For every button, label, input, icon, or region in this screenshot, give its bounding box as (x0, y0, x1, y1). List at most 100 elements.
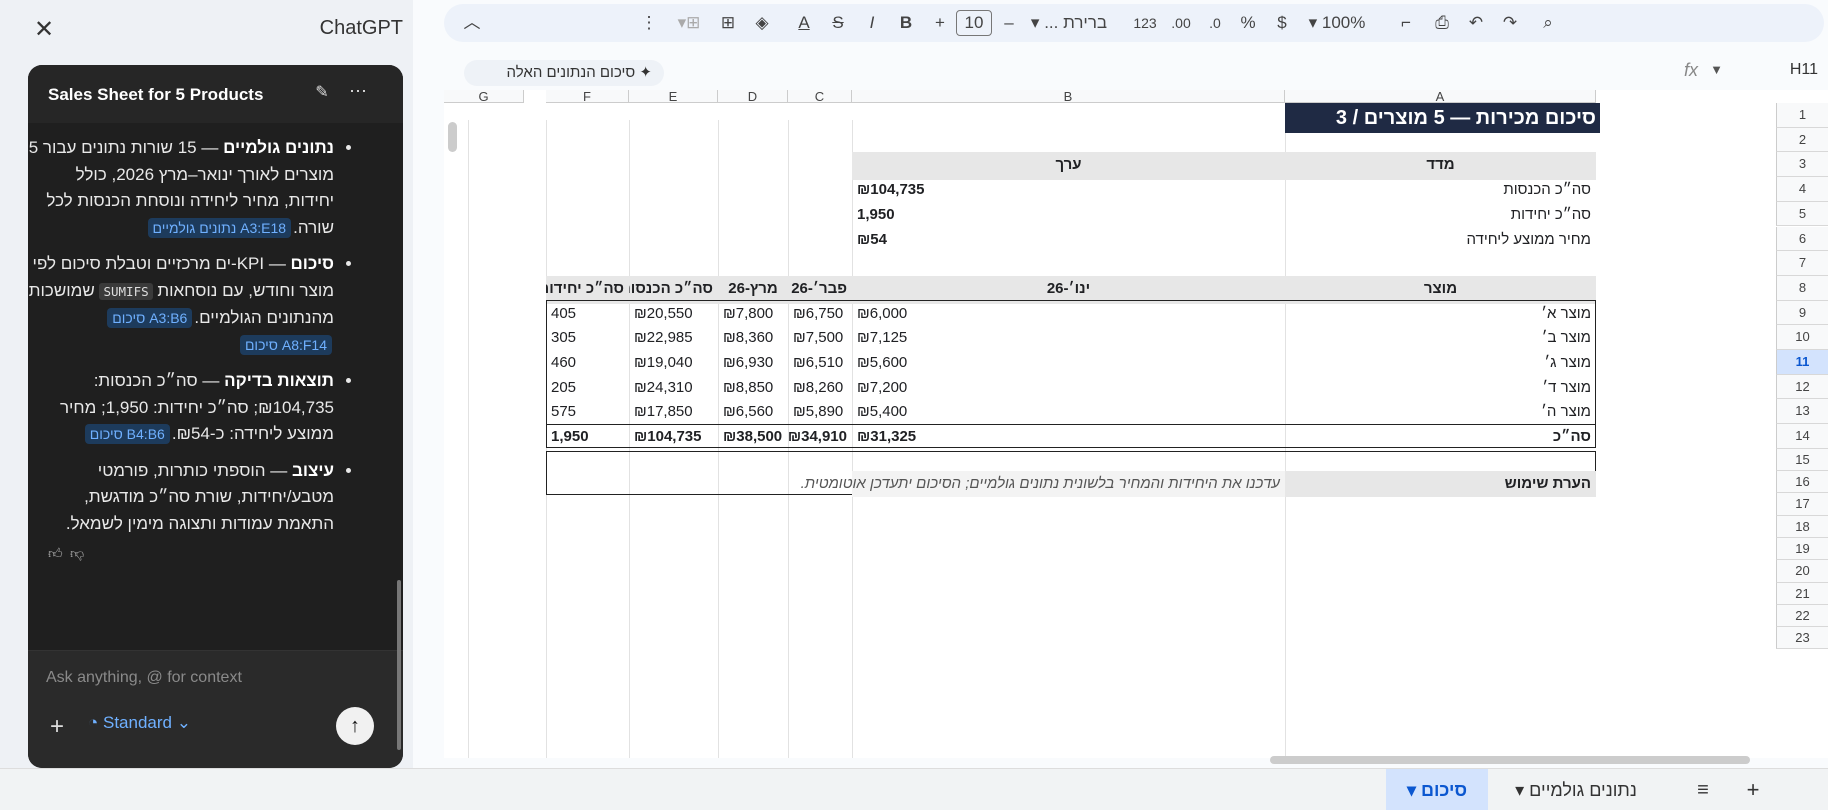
row-header[interactable]: 19 (1776, 538, 1828, 561)
thumbs-down-icon[interactable]: 👎︎ (70, 545, 92, 562)
decrease-decimal-icon[interactable]: .0 (1200, 4, 1230, 42)
row-header[interactable]: 12 (1776, 374, 1828, 400)
horizontal-scrollbar[interactable] (1270, 756, 1750, 764)
chat-topbar: ✕ ChatGPT (0, 0, 413, 60)
thumbs-up-icon[interactable]: 👍︎ (48, 545, 70, 562)
redo-icon[interactable]: ↷ (1498, 4, 1522, 42)
more-vert-icon[interactable]: ⋮ (639, 4, 659, 42)
column-header-g[interactable]: G (444, 90, 524, 103)
row-header[interactable]: 14 (1776, 424, 1828, 449)
row-header[interactable]: 18 (1776, 515, 1828, 538)
column-header-c[interactable]: C (788, 90, 852, 103)
add-sheet-icon[interactable]: + (1740, 769, 1766, 810)
row-header[interactable]: 20 (1776, 560, 1828, 583)
row-header[interactable]: 8 (1776, 275, 1828, 301)
table-header[interactable]: סה״כ הכנסות (629, 276, 718, 302)
text-color-icon[interactable]: A (792, 4, 816, 42)
kpi-value[interactable]: 1,950 (852, 202, 1285, 228)
row-header[interactable]: 13 (1776, 399, 1828, 425)
all-sheets-icon[interactable]: ≡ (1690, 769, 1716, 810)
sheet-title[interactable]: סיכום מכירות — 5 מוצרים / 3 חודשים (1285, 103, 1600, 159)
table-header[interactable]: מרץ-26 (718, 276, 788, 302)
row-header[interactable]: 5 (1776, 201, 1828, 227)
vertical-scrollbar[interactable] (448, 122, 457, 152)
row-header[interactable]: 1 (1776, 103, 1828, 128)
tab-label: סיכום (1421, 780, 1468, 800)
print-icon[interactable]: ⎙ (1430, 4, 1454, 42)
row-header[interactable]: 22 (1776, 604, 1828, 628)
row-header[interactable]: 21 (1776, 582, 1828, 605)
zoom-selector[interactable]: ▾ 100% (1302, 4, 1372, 42)
row-header[interactable]: 10 (1776, 325, 1828, 350)
edit-icon[interactable]: ✎ (310, 81, 334, 105)
font-size-input[interactable]: 10 (956, 10, 992, 36)
table-header[interactable]: פבר׳-26 (788, 276, 852, 302)
tab-summary[interactable]: סיכום ▾ (1386, 769, 1488, 810)
column-header-e[interactable]: E (629, 90, 718, 103)
percent-button[interactable]: % (1236, 4, 1260, 42)
kpi-label[interactable]: סה״כ הכנסות (1285, 177, 1596, 203)
range-chip[interactable]: סיכום B4:B6 (84, 424, 170, 444)
row-header[interactable]: 3 (1776, 152, 1828, 178)
row-header[interactable]: 7 (1776, 251, 1828, 276)
column-header-d[interactable]: D (718, 90, 788, 103)
app-title: ChatGPT (319, 17, 403, 39)
spreadsheet-grid[interactable]: ABCDEFG 1 2 3 4 5 6 7 8 9 10 11 12 13 14 15 16 17 18 19 20 2… (444, 90, 1828, 758)
italic-icon[interactable]: I (860, 4, 884, 42)
borders-icon[interactable]: ⊞ (716, 4, 740, 42)
range-chip[interactable]: סיכום A8:F14 (239, 334, 332, 355)
row-header[interactable]: 16 (1776, 471, 1828, 494)
paint-format-icon[interactable]: ⌐ (1394, 4, 1418, 42)
conversation-panel: Sales Sheet for 5 Products ✎ ⋯ נתונים גו… (28, 65, 403, 768)
row-header[interactable]: 11 (1776, 350, 1828, 375)
kpi-label[interactable]: מחיר ממוצע ליחידה (1285, 227, 1596, 253)
close-icon[interactable]: ✕ (30, 16, 58, 44)
note-text[interactable]: עדכנו את היחידות והמחיר בלשונית נתונים ג… (801, 471, 1285, 498)
row-header[interactable]: 2 (1776, 127, 1828, 153)
name-box[interactable]: H11 (1790, 61, 1818, 79)
name-box-dropdown-icon[interactable]: ▼ (1710, 62, 1723, 77)
undo-icon[interactable]: ↶ (1464, 4, 1488, 42)
chat-panel: ✕ ChatGPT Sales Sheet for 5 Products ✎ ⋯… (0, 0, 413, 768)
collapse-toolbar-icon[interactable]: ︿ (462, 4, 482, 42)
bold-icon[interactable]: B (894, 4, 918, 42)
kpi-value[interactable]: ₪54 (852, 227, 1285, 253)
more-options-icon[interactable]: ⋯ (346, 79, 370, 103)
range-chip[interactable]: נתונים גולמיים A3:E18 (147, 217, 292, 238)
row-header[interactable]: 4 (1776, 177, 1828, 202)
column-header-a[interactable]: A (1285, 90, 1596, 103)
column-header-f[interactable]: F (546, 90, 629, 103)
increase-font-icon[interactable]: + (930, 4, 950, 42)
chat-input[interactable]: Ask anything, @ for context (46, 669, 242, 687)
column-header-b[interactable]: B (852, 90, 1285, 103)
search-icon[interactable]: ⌕ (1536, 4, 1560, 42)
increase-decimal-icon[interactable]: .00 (1166, 4, 1196, 42)
kpi-value[interactable]: ₪104,735 (852, 177, 1285, 203)
font-selector[interactable]: ברירת ... ▾ (1024, 4, 1114, 42)
send-button[interactable]: ↑ (336, 707, 374, 745)
fill-color-icon[interactable]: ◈ (750, 4, 774, 42)
kpi-label[interactable]: סה״כ יחידות (1285, 202, 1596, 228)
note-label[interactable]: הערת שימוש (1285, 471, 1596, 498)
number-format-button[interactable]: 123 (1128, 4, 1162, 42)
row-header[interactable]: 6 (1776, 226, 1828, 252)
merge-cells-icon[interactable]: ▾⊞ (669, 4, 709, 42)
kpi-header-value[interactable]: ערך (852, 152, 1285, 178)
kpi-header-metric[interactable]: מדד (1285, 152, 1596, 178)
row-header[interactable]: 17 (1776, 493, 1828, 516)
table-header[interactable]: סה״כ יחידות (546, 276, 629, 302)
currency-button[interactable]: $ (1270, 4, 1294, 42)
range-chip[interactable]: סיכום A3:B6 (107, 308, 193, 328)
row-header[interactable]: 23 (1776, 627, 1828, 650)
strikethrough-icon[interactable]: S (826, 4, 850, 42)
mode-selector[interactable]: ◔ Standard ⌄ (88, 713, 191, 733)
row-header[interactable]: 9 (1776, 300, 1828, 326)
ai-summary-button[interactable]: ✦ סיכום הנתונים האלה (464, 60, 664, 86)
row-header[interactable]: 15 (1776, 448, 1828, 472)
tab-raw-data[interactable]: נתונים גולמיים ▾ (1496, 769, 1656, 810)
table-header[interactable]: מוצר (1285, 276, 1596, 302)
chat-scrollbar[interactable] (397, 580, 401, 750)
decrease-font-icon[interactable]: – (999, 4, 1019, 42)
table-header[interactable]: ינו׳-26 (852, 276, 1285, 302)
add-icon[interactable]: + (46, 713, 68, 741)
